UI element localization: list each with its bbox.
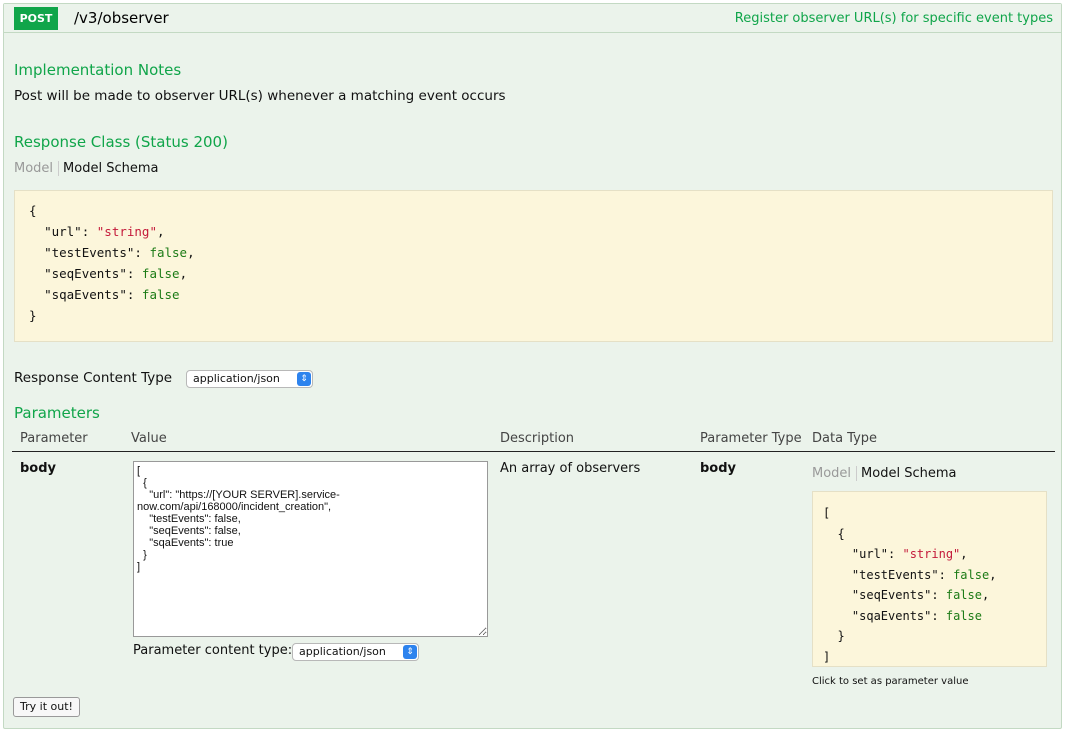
schema-brace: }: [29, 308, 37, 323]
schema-bracket: ]: [823, 649, 831, 664]
parameter-content-type-select[interactable]: application/json ⇕: [292, 643, 419, 661]
implementation-notes-heading: Implementation Notes: [14, 61, 182, 79]
implementation-notes-text: Post will be made to observer URL(s) whe…: [14, 88, 506, 104]
updown-chevron-icon: ⇕: [403, 645, 417, 659]
schema-brace: }: [837, 629, 845, 643]
response-signature-tabs: Model Model Schema: [14, 161, 158, 176]
column-parameter-type: Parameter Type: [700, 431, 802, 446]
schema-value: false: [141, 266, 180, 281]
schema-key: "seqEvents": [851, 588, 932, 602]
tab-model[interactable]: Model: [14, 161, 60, 176]
schema-bracket: [: [823, 506, 831, 520]
http-method-badge[interactable]: POST: [14, 7, 58, 30]
response-content-type-select[interactable]: application/json ⇕: [186, 370, 313, 388]
datatype-signature-tabs: Model Model Schema: [812, 466, 956, 481]
param-type: body: [700, 461, 737, 476]
response-class-heading: Response Class (Status 200): [14, 133, 228, 151]
column-parameter: Parameter: [20, 431, 88, 446]
operation-heading[interactable]: POST /v3/observer Register observer URL(…: [4, 4, 1061, 33]
schema-key: "sqaEvents": [851, 608, 932, 623]
schema-key: "sqaEvents": [44, 287, 127, 302]
updown-chevron-icon: ⇕: [297, 372, 311, 386]
schema-brace: {: [29, 203, 37, 218]
column-description: Description: [500, 431, 575, 446]
schema-value: false: [945, 608, 982, 623]
schema-value: false: [945, 588, 982, 602]
schema-key: "url": [44, 224, 82, 239]
parameter-content-type-label: Parameter content type:: [133, 643, 293, 658]
tab-model-schema[interactable]: Model Schema: [59, 161, 158, 176]
schema-key: "testEvents": [851, 567, 939, 582]
datatype-tab-model-schema[interactable]: Model Schema: [857, 466, 956, 481]
datatype-model-schema[interactable]: [ { "url": "string", "testEvents": false…: [812, 491, 1047, 667]
response-model-schema[interactable]: { "url": "string", "testEvents": false, …: [14, 190, 1053, 342]
endpoint-path[interactable]: /v3/observer: [74, 9, 169, 27]
parameters-heading: Parameters: [14, 404, 100, 422]
set-parameter-hint: Click to set as parameter value: [812, 676, 969, 687]
try-it-out-button[interactable]: Try it out!: [13, 697, 80, 717]
schema-key: "testEvents": [44, 245, 135, 260]
parameter-content-type-value: application/json: [299, 645, 386, 658]
column-data-type: Data Type: [812, 431, 878, 446]
schema-value: false: [953, 567, 990, 582]
schema-key: "url": [851, 547, 889, 561]
param-description: An array of observers: [500, 461, 641, 476]
response-content-type-value: application/json: [193, 372, 280, 385]
param-name: body: [20, 461, 57, 476]
schema-value: "string": [902, 547, 961, 561]
response-content-type-label: Response Content Type: [14, 370, 173, 386]
parameters-table-header: Parameter Value Description Parameter Ty…: [12, 427, 1055, 452]
body-value-input[interactable]: [133, 461, 488, 637]
schema-value: false: [149, 245, 188, 260]
schema-value: "string": [96, 224, 157, 239]
schema-brace: {: [837, 526, 845, 541]
schema-value: false: [141, 287, 180, 302]
column-value: Value: [131, 431, 167, 446]
datatype-tab-model[interactable]: Model: [812, 466, 858, 481]
operation-summary[interactable]: Register observer URL(s) for specific ev…: [735, 11, 1053, 26]
schema-key: "seqEvents": [44, 266, 127, 281]
